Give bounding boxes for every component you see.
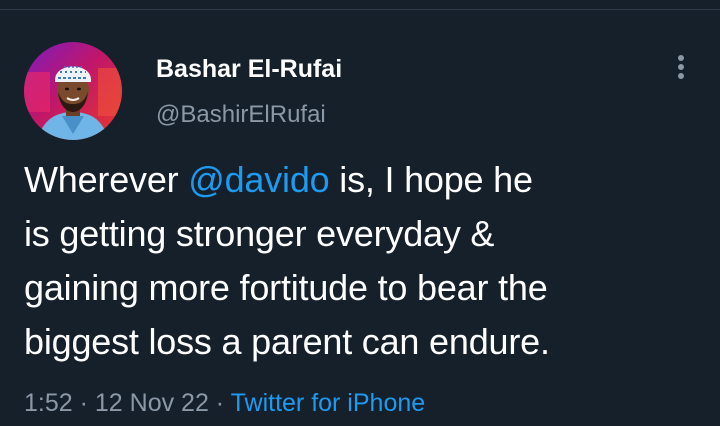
tweet-text-line-4: biggest loss a parent can endure.	[24, 321, 550, 362]
tweet-card: Bashar El-Rufai @BashirElRufai Wherever …	[0, 0, 720, 426]
tweet-text-line-2: is getting stronger everyday &	[24, 213, 495, 254]
meta-separator: ·	[208, 389, 231, 417]
author-handle[interactable]: @BashirElRufai	[156, 100, 326, 130]
tweet-time[interactable]: 1:52	[24, 389, 73, 417]
tweet-text-line-3: gaining more fortitude to bear the	[24, 267, 548, 308]
top-divider	[0, 0, 720, 10]
avatar[interactable]	[24, 42, 122, 140]
tweet-text-segment: Wherever	[24, 159, 189, 200]
meta-separator: ·	[72, 389, 95, 417]
tweet-text: Wherever @davido is, I hope he is gettin…	[24, 153, 704, 369]
tweet-text-line-1: Wherever @davido is, I hope he	[24, 153, 704, 207]
author-name[interactable]: Bashar El-Rufai	[156, 54, 342, 84]
tweet-meta: 1:52 · 12 Nov 22 · Twitter for iPhone	[24, 386, 425, 420]
more-vertical-icon[interactable]	[666, 52, 696, 86]
tweet-date[interactable]: 12 Nov 22	[95, 389, 209, 417]
tweet-source-link[interactable]: Twitter for iPhone	[231, 389, 426, 417]
tweet-text-segment: is, I hope he	[329, 159, 533, 200]
mention-link[interactable]: @davido	[188, 159, 329, 200]
